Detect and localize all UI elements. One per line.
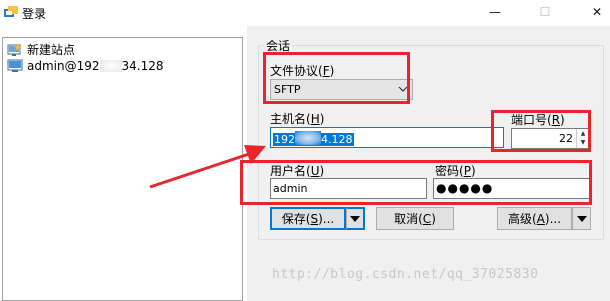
advanced-dropdown-button[interactable]: [572, 207, 591, 230]
redacted-blur: [295, 131, 321, 145]
minimize-button[interactable]: —: [480, 2, 510, 22]
app-icon: [4, 6, 18, 17]
saved-site-label-prefix: admin@192: [27, 58, 100, 73]
advanced-button[interactable]: 高级(A)...: [497, 207, 572, 230]
maximize-button[interactable]: ☐: [530, 2, 560, 22]
new-site-icon: [7, 42, 22, 56]
dropdown-arrow-icon: [350, 215, 360, 222]
annotation-box-credentials: [240, 160, 592, 205]
session-item-saved[interactable]: admin@192 34.128: [7, 57, 164, 74]
saved-site-label-suffix: 34.128: [121, 58, 164, 73]
watermark: http://blog.csdn.net/qq_37025830: [272, 267, 539, 282]
new-site-label: 新建站点: [27, 43, 76, 57]
computer-icon: [7, 59, 23, 72]
session-item-new-site[interactable]: 新建站点: [7, 41, 75, 58]
host-input[interactable]: 192 4.128: [270, 127, 504, 148]
window-title: 登录: [22, 7, 47, 21]
annotation-box-protocol: [263, 52, 410, 104]
host-label: 主机名(H): [270, 112, 325, 126]
host-selected-text: 192 4.128: [273, 131, 354, 146]
cancel-button[interactable]: 取消(C): [376, 207, 454, 230]
save-button[interactable]: 保存(S)...: [270, 207, 346, 230]
redacted-blur: [99, 59, 122, 72]
annotation-box-port: [491, 110, 591, 152]
dropdown-arrow-icon: [576, 215, 587, 222]
save-dropdown-button[interactable]: [346, 207, 365, 230]
session-list[interactable]: 新建站点 admin@192 34.128: [2, 37, 243, 301]
title-bar: 登录 — ☐ ✕: [0, 0, 610, 26]
close-button[interactable]: ✕: [582, 2, 610, 22]
